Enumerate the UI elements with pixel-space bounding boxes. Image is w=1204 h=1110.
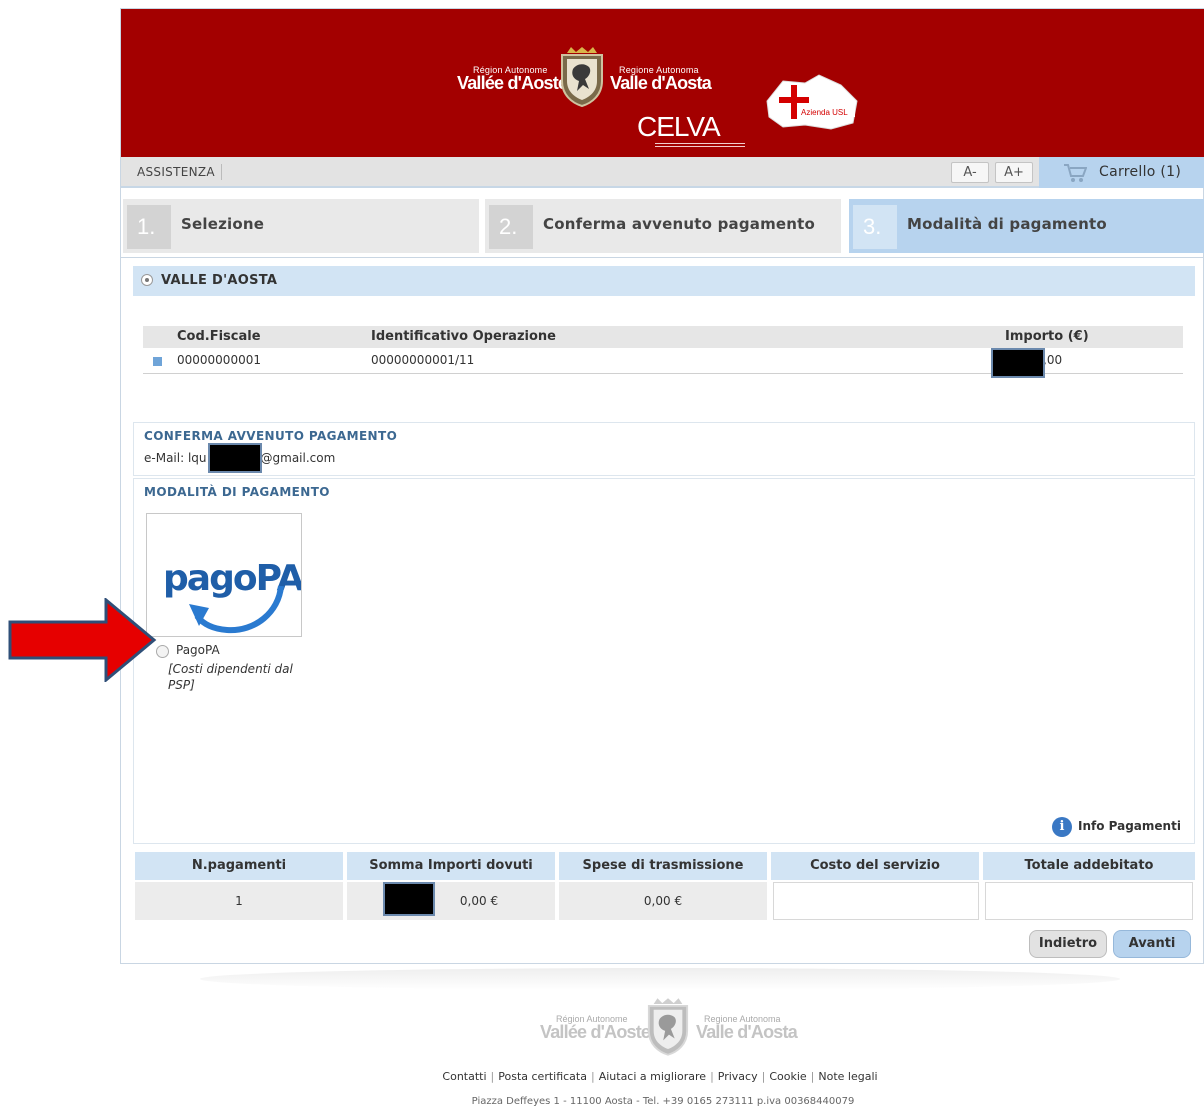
step-number: 2. (489, 205, 533, 249)
footer-link-contatti[interactable]: Contatti (442, 1070, 486, 1083)
step-label: Conferma avvenuto pagamento (543, 215, 816, 233)
app-window: Région Autonome Vallée d'Aoste Regione A… (120, 8, 1204, 964)
footer-link-posta[interactable]: Posta certificata (498, 1070, 587, 1083)
logo-right-big: Valle d'Aosta (610, 73, 712, 93)
footer-address: Piazza Deffeyes 1 - 11100 Aosta - Tel. +… (471, 1096, 855, 1107)
region-title: VALLE D'AOSTA (161, 273, 278, 288)
step-payment-method: 3. Modalità di pagamento (849, 199, 1204, 253)
summary-value-totale (985, 882, 1193, 920)
header-banner: Région Autonome Vallée d'Aoste Regione A… (121, 9, 1204, 157)
summary-table: N.pagamenti Somma Importi dovuti Spese d… (135, 852, 1195, 922)
cart-button[interactable]: Carrello (1) (1039, 157, 1204, 188)
info-payments-label: Info Pagamenti (1078, 819, 1181, 833)
menu-divider (221, 164, 222, 180)
cell-cod-fiscale: 00000000001 (177, 353, 261, 367)
column-header-operazione: Identificativo Operazione (371, 329, 556, 344)
cart-icon (1064, 164, 1087, 182)
step-number: 1. (127, 205, 171, 249)
footer-shadow (200, 968, 1120, 990)
footer-logo-right-big: Valle d'Aosta (696, 1022, 798, 1042)
pagopa-label: PagoPA (176, 643, 220, 657)
pagopa-logo-icon: pagoPA (163, 558, 307, 634)
cart-label: Carrello (1) (1099, 164, 1182, 180)
menu-bar: ASSISTENZA A- A+ Carrello (1) (121, 157, 1204, 188)
footer-link-privacy[interactable]: Privacy (718, 1070, 758, 1083)
confirm-title: CONFERMA AVVENUTO PAGAMENTO (144, 429, 398, 443)
table-row: 00000000001 00000000001/11 ,00 (143, 348, 1183, 378)
step-selection: 1. Selezione (123, 199, 479, 253)
summary-header-n-pagamenti: N.pagamenti (135, 852, 343, 880)
region-radio[interactable] (141, 274, 153, 286)
footer-logo-left-big: Vallée d'Aoste (540, 1022, 651, 1042)
main-content: VALLE D'AOSTA Cod.Fiscale Identificativo… (121, 257, 1204, 965)
footer-links: Contatti | Posta certificata | Aiutaci a mig… (442, 1070, 878, 1083)
footer-shield-icon (647, 998, 689, 1056)
redaction-box (991, 348, 1045, 378)
step-label: Selezione (181, 215, 265, 233)
region-section: VALLE D'AOSTA Cod.Fiscale Identificativo… (133, 266, 1195, 404)
step-confirm-payment: 2. Conferma avvenuto pagamento (485, 199, 841, 253)
azienda-usl-logo-icon: Azienda USL (766, 74, 858, 130)
column-header-cod-fiscale: Cod.Fiscale (177, 329, 261, 344)
increase-font-button[interactable]: A+ (995, 162, 1033, 183)
summary-value-somma: 0,00 € (347, 882, 555, 920)
footer-link-aiutaci[interactable]: Aiutaci a migliorare (599, 1070, 706, 1083)
email-suffix: @gmail.com (260, 451, 336, 465)
decrease-font-button[interactable]: A- (951, 162, 989, 183)
assistance-link[interactable]: ASSISTENZA (137, 165, 215, 179)
info-icon: i (1052, 817, 1072, 837)
footer-link-note-legali[interactable]: Note legali (818, 1070, 877, 1083)
redaction-box (383, 882, 435, 916)
summary-header-spese: Spese di trasmissione (559, 852, 767, 880)
step-label: Modalità di pagamento (907, 215, 1107, 233)
summary-value-spese: 0,00 € (559, 882, 767, 920)
summary-header-costo: Costo del servizio (771, 852, 979, 880)
region-shield-icon (561, 47, 603, 107)
column-header-importo: Importo (€) (1005, 329, 1089, 344)
pagopa-logo-button[interactable]: pagoPA (146, 513, 307, 637)
summary-header-somma: Somma Importi dovuti (347, 852, 555, 880)
redaction-box (208, 443, 262, 473)
region-header: VALLE D'AOSTA (133, 266, 1195, 296)
cell-importo: ,00 (1043, 353, 1063, 367)
payment-title: MODALITÀ DI PAGAMENTO (144, 485, 330, 499)
payment-method-section: MODALITÀ DI PAGAMENTO pagoPA PagoPA [Cos… (133, 478, 1195, 844)
footer-link-cookie[interactable]: Cookie (769, 1070, 806, 1083)
usl-logo-text: Azienda USL (801, 108, 848, 117)
logo-left-big: Vallée d'Aoste (457, 73, 568, 93)
pagopa-cost-note: [Costi dipendenti dal PSP] (168, 662, 293, 692)
step-number: 3. (853, 205, 897, 249)
confirm-section: CONFERMA AVVENUTO PAGAMENTO e-Mail: lqu @… (133, 422, 1195, 476)
back-button[interactable]: Indietro (1029, 930, 1107, 958)
summary-header-totale: Totale addebitato (983, 852, 1195, 880)
next-button[interactable]: Avanti (1113, 930, 1191, 958)
celva-logo: CELVA (637, 111, 721, 142)
celva-tagline (655, 143, 745, 147)
summary-value-costo (773, 882, 979, 920)
cell-operazione: 00000000001/11 (371, 353, 475, 367)
summary-value-n-pagamenti: 1 (135, 882, 343, 920)
row-marker (153, 357, 162, 366)
email-prefix: e-Mail: lqu (144, 451, 207, 465)
annotation-arrow-icon (8, 598, 157, 682)
debt-table-header: Cod.Fiscale Identificativo Operazione Im… (143, 326, 1183, 348)
